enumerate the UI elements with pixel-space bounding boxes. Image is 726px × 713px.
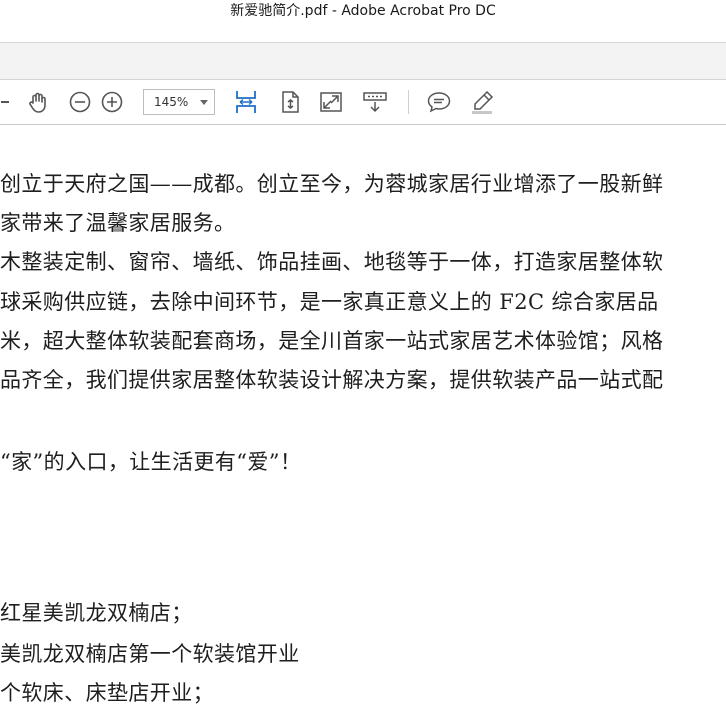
document-text-line: 美凯龙双楠店第一个软装馆开业 bbox=[0, 642, 300, 666]
highlight-icon[interactable] bbox=[469, 89, 495, 115]
toolbar-divider bbox=[408, 90, 409, 114]
zoom-level-value: 145% bbox=[154, 95, 189, 109]
document-text-line: 木整装定制、窗帘、墙纸、饰品挂画、地毯等于一体，打造家居整体软 bbox=[0, 250, 664, 274]
hand-tool-icon[interactable] bbox=[25, 89, 51, 115]
fit-page-icon[interactable] bbox=[277, 89, 303, 115]
document-text-line: “家”的入口，让生活更有“爱”！ bbox=[0, 450, 302, 474]
document-text-line: 家带来了温馨家居服务。 bbox=[0, 211, 236, 235]
zoom-level-select[interactable]: 145% bbox=[143, 89, 215, 115]
document-text-line: 球采购供应链，去除中间环节，是一家真正意义上的 F2C 综合家居品 bbox=[0, 290, 659, 314]
document-text-line: 个软床、床垫店开业； bbox=[0, 681, 214, 705]
tab-bar bbox=[0, 43, 726, 80]
document-text-line: 品齐全，我们提供家居整体软装设计解决方案，提供软装产品一站式配 bbox=[0, 368, 664, 392]
document-text-line: 创立于天府之国——成都。创立至今，为蓉城家居行业增添了一股新鲜 bbox=[0, 172, 664, 196]
document-text-line: 米，超大整体软装配套商场，是全川首家一站式家居艺术体验馆；风格 bbox=[0, 329, 664, 353]
window-title: 新爱驰简介.pdf - Adobe Acrobat Pro DC bbox=[0, 0, 726, 22]
menu-bar bbox=[0, 22, 726, 43]
prev-icon[interactable] bbox=[0, 89, 12, 115]
comment-icon[interactable] bbox=[426, 89, 452, 115]
read-mode-icon[interactable] bbox=[362, 89, 388, 115]
zoom-out-icon[interactable] bbox=[67, 89, 93, 115]
document-text-line: 红星美凯龙双楠店； bbox=[0, 601, 193, 625]
zoom-in-icon[interactable] bbox=[99, 89, 125, 115]
fit-width-icon[interactable] bbox=[233, 89, 259, 115]
full-screen-icon[interactable] bbox=[318, 89, 344, 115]
chevron-down-icon bbox=[200, 100, 208, 105]
